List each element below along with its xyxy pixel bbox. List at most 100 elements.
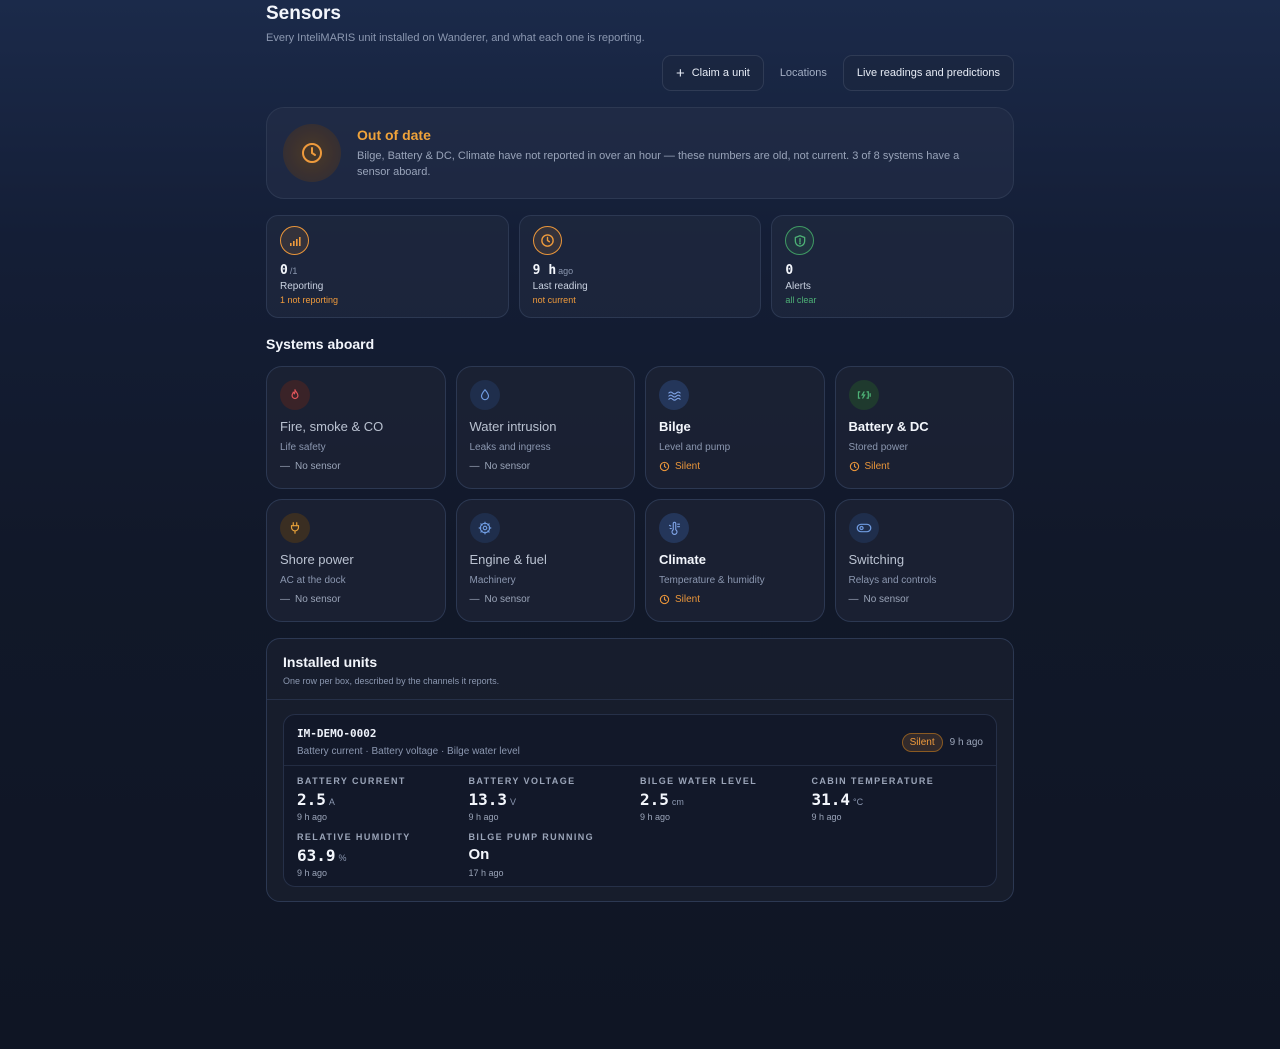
unit-card[interactable]: IM-DEMO-0002 Battery current · Battery v… <box>283 714 997 887</box>
banner-body: Bilge, Battery & DC, Climate have not re… <box>357 149 960 178</box>
stat-alerts: 0 Alerts all clear <box>771 215 1015 318</box>
reading-ago: 9 h ago <box>297 812 328 822</box>
system-name: Bilge <box>659 419 691 434</box>
stat-reporting: 0/1 Reporting 1 not reporting <box>266 215 509 318</box>
stat-value: 9 h <box>532 263 557 278</box>
clock-icon <box>849 461 859 472</box>
systems-grid: Fire, smoke & CO Life safety — No sensor … <box>266 366 1014 622</box>
system-status: No sensor <box>295 594 341 605</box>
system-card-bilge[interactable]: Bilge Level and pump Silent <box>645 366 825 489</box>
reading-ago: 17 h ago <box>468 868 504 878</box>
system-status: No sensor <box>295 461 341 472</box>
stat-last-reading: 9 h ago Last reading not current <box>518 215 762 318</box>
system-desc: AC at the dock <box>280 575 346 586</box>
system-status: No sensor <box>484 461 531 472</box>
stat-note: 1 not reporting <box>280 295 339 305</box>
signal-icon <box>280 226 309 255</box>
system-name: Engine & fuel <box>469 552 547 567</box>
units-subtitle: One row per box, described by the channe… <box>283 676 500 686</box>
plug-icon <box>280 513 310 543</box>
system-status: Silent <box>864 461 890 472</box>
system-status: No sensor <box>863 594 910 605</box>
system-desc: Stored power <box>848 442 908 453</box>
reading-unit: cm <box>671 797 684 807</box>
system-card-shore-power[interactable]: Shore power AC at the dock — No sensor <box>266 499 446 622</box>
dash-icon: — <box>280 594 290 605</box>
stat-value: 0 <box>280 263 288 278</box>
engine-icon <box>469 513 500 543</box>
system-desc: Life safety <box>280 442 326 453</box>
page-title: Sensors <box>266 3 341 24</box>
reading-bilge-pump-running: BILGE PUMP RUNNING On 17 h ago <box>469 832 641 878</box>
claim-unit-label: Claim a unit <box>691 67 750 79</box>
reading-relative-humidity: RELATIVE HUMIDITY 63.9% 9 h ago <box>297 832 469 878</box>
stat-note: all clear <box>785 295 817 305</box>
reading-label: CABIN TEMPERATURE <box>811 776 935 786</box>
reading-unit: % <box>338 853 347 863</box>
dash-icon: — <box>848 594 859 605</box>
dash-icon: — <box>469 461 480 472</box>
reading-label: BATTERY VOLTAGE <box>468 776 576 786</box>
reading-unit: °C <box>853 797 864 807</box>
reading-value: 31.4 <box>811 790 851 809</box>
reading-label: BILGE WATER LEVEL <box>640 776 758 786</box>
system-name: Fire, smoke & CO <box>280 419 384 434</box>
system-status: Silent <box>675 594 701 605</box>
locations-button[interactable]: Locations <box>774 55 833 91</box>
system-name: Shore power <box>280 552 354 567</box>
reading-label: BILGE PUMP RUNNING <box>468 832 595 842</box>
installed-units-panel: Installed units One row per box, describ… <box>266 638 1014 902</box>
reading-label: BATTERY CURRENT <box>297 776 406 786</box>
reading-ago: 9 h ago <box>811 812 842 822</box>
battery-icon <box>848 380 879 410</box>
reading-value: 2.5 <box>297 790 326 809</box>
reading-battery-voltage: BATTERY VOLTAGE 13.3 V 9 h ago <box>469 776 641 822</box>
reading-cabin-temperature: CABIN TEMPERATURE 31.4 °C 9 h ago <box>812 776 984 822</box>
reading-unit: V <box>510 797 517 807</box>
system-card-climate[interactable]: Climate Temperature & humidity Silent <box>645 499 825 622</box>
live-readings-button[interactable]: Live readings and predictions <box>842 55 1014 91</box>
system-card-battery-dc[interactable]: Battery & DC Stored power Silent <box>834 366 1014 489</box>
dash-icon: — <box>280 461 290 472</box>
out-of-date-banner: Out of date Bilge, Battery & DC, Climate… <box>266 107 1014 199</box>
dash-icon: — <box>469 594 480 605</box>
unit-last-seen: 9 h ago <box>949 736 983 748</box>
reading-label: RELATIVE HUMIDITY <box>297 832 411 842</box>
unit-channels: Battery current · Battery voltage · Bilg… <box>297 746 520 757</box>
reading-ago: 9 h ago <box>297 868 328 878</box>
reading-bilge-water-level: BILGE WATER LEVEL 2.5 cm 9 h ago <box>640 776 812 822</box>
system-card-switching[interactable]: Switching Relays and controls — No sensor <box>834 499 1014 622</box>
system-status: Silent <box>675 461 701 472</box>
clock-icon <box>283 124 341 182</box>
system-desc: Level and pump <box>659 442 731 453</box>
system-card-fire[interactable]: Fire, smoke & CO Life safety — No sensor <box>266 366 446 489</box>
system-card-water-intrusion[interactable]: Water intrusion Leaks and ingress — No se… <box>455 366 635 489</box>
claim-unit-button[interactable]: + Claim a unit <box>661 55 764 91</box>
reading-value: On <box>468 846 490 863</box>
system-desc: Temperature & humidity <box>659 575 765 586</box>
stat-note: not current <box>532 295 576 305</box>
reading-ago: 9 h ago <box>640 812 671 822</box>
clock-icon <box>659 461 670 472</box>
flame-icon <box>280 380 310 410</box>
system-desc: Relays and controls <box>848 575 937 586</box>
system-status: No sensor <box>484 594 531 605</box>
sensors-page: Sensors Every InteliMARIS unit installed… <box>266 0 1015 902</box>
system-desc: Machinery <box>469 575 516 586</box>
toggle-icon <box>848 513 879 543</box>
readings-grid: BATTERY CURRENT 2.5 A 9 h ago BATTERY VOL… <box>284 766 996 886</box>
stat-value: 0 <box>785 263 794 278</box>
system-name: Switching <box>848 552 905 567</box>
shield-icon <box>785 226 815 255</box>
reading-battery-current: BATTERY CURRENT 2.5 A 9 h ago <box>297 776 469 822</box>
system-name: Climate <box>659 552 706 567</box>
stat-unit: /1 <box>289 266 298 276</box>
stat-label: Reporting <box>280 281 324 292</box>
stat-label: Alerts <box>785 281 811 292</box>
clock-icon <box>659 594 670 605</box>
reading-ago: 9 h ago <box>468 812 499 822</box>
waves-icon <box>659 380 689 410</box>
banner-title: Out of date <box>357 126 431 143</box>
system-card-engine-fuel[interactable]: Engine & fuel Machinery — No sensor <box>455 499 635 622</box>
systems-title: Systems aboard <box>266 336 375 352</box>
